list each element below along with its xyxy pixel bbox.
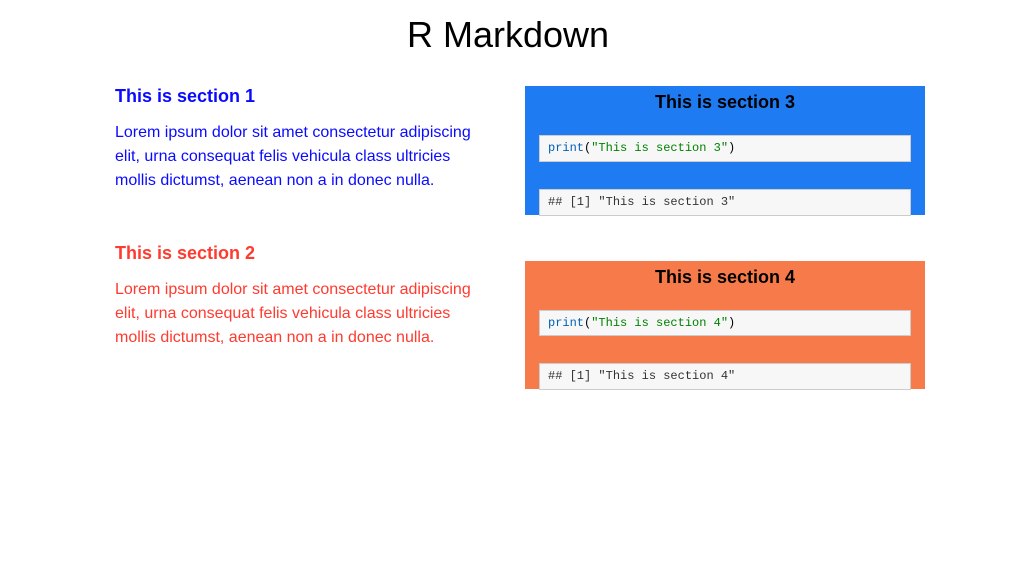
right-column: This is section 3 print("This is section… [525,86,925,435]
section-2-heading: This is section 2 [115,243,495,264]
section-4: This is section 4 print("This is section… [525,261,925,390]
section-3-heading: This is section 3 [539,92,911,113]
code-paren: ) [728,316,735,330]
section-1: This is section 1 Lorem ipsum dolor sit … [115,86,495,193]
section-4-heading: This is section 4 [539,267,911,288]
page-title: R Markdown [0,0,1016,86]
output-value: "This is section 4" [598,369,735,383]
section-1-heading: This is section 1 [115,86,495,107]
code-string: "This is section 4" [591,316,728,330]
output-value: "This is section 3" [598,195,735,209]
section-2: This is section 2 Lorem ipsum dolor sit … [115,243,495,350]
left-column: This is section 1 Lorem ipsum dolor sit … [115,86,495,435]
section-1-body: Lorem ipsum dolor sit amet consectetur a… [115,121,495,193]
section-4-code: print("This is section 4") [539,310,911,337]
code-paren: ) [728,141,735,155]
section-3: This is section 3 print("This is section… [525,86,925,215]
output-prefix: ## [1] [548,195,598,209]
section-3-output: ## [1] "This is section 3" [539,189,911,216]
section-3-code: print("This is section 3") [539,135,911,162]
content-columns: This is section 1 Lorem ipsum dolor sit … [0,86,1016,435]
code-keyword: print [548,316,584,330]
code-keyword: print [548,141,584,155]
section-4-output: ## [1] "This is section 4" [539,363,911,390]
output-prefix: ## [1] [548,369,598,383]
code-string: "This is section 3" [591,141,728,155]
section-2-body: Lorem ipsum dolor sit amet consectetur a… [115,278,495,350]
